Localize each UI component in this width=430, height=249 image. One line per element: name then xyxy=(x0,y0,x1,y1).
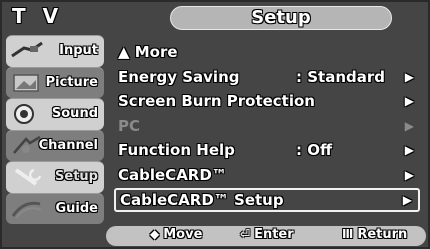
menu-item-function-help[interactable]: Function Help : Off ▶ xyxy=(114,138,420,163)
chevron-right-icon: ▶ xyxy=(404,143,414,158)
menu-item-value: : Off xyxy=(296,141,333,160)
menu-item-label: CableCARD™ xyxy=(118,165,227,184)
sidebar-item-sound[interactable]: Sound xyxy=(6,98,104,130)
picture-icon xyxy=(10,71,44,95)
chevron-right-icon: ▶ xyxy=(404,69,414,84)
sidebar-item-label: Channel xyxy=(38,137,98,153)
sidebar-item-input[interactable]: Input xyxy=(6,35,104,67)
speaker-icon xyxy=(10,102,44,126)
menu-item-cablecard-setup[interactable]: CableCARD™ Setup ▶ xyxy=(114,187,420,213)
hint-enter: ⏎ Enter xyxy=(240,227,294,242)
setup-menu-list: ▲ More Energy Saving : Standard ▶ Screen… xyxy=(114,40,420,213)
footer-hint-bar: ◆ Move ⏎ Enter Ⅲ Return xyxy=(106,226,426,246)
sidebar-item-picture[interactable]: Picture xyxy=(6,66,104,98)
sidebar-item-channel[interactable]: Channel xyxy=(6,129,104,161)
sidebar-item-label: Sound xyxy=(51,106,98,121)
sidebar-item-label: Setup xyxy=(55,169,98,184)
hint-enter-label: Enter xyxy=(254,227,294,242)
sidebar: Input Picture Sound Channel Setup Guide xyxy=(6,35,104,224)
menu-item-label: Function Help xyxy=(118,141,235,160)
chevron-right-icon: ▶ xyxy=(404,167,414,182)
guide-icon xyxy=(10,197,44,221)
menu-item-label: CableCARD™ Setup xyxy=(120,190,284,209)
menu-item-label: Screen Burn Protection xyxy=(118,92,315,111)
menu-item-more[interactable]: ▲ More xyxy=(114,40,420,65)
move-icon: ◆ xyxy=(150,227,160,241)
menu-item-cablecard[interactable]: CableCARD™ ▶ xyxy=(114,163,420,188)
menu-item-pc: PC ▶ xyxy=(114,114,420,139)
hint-return-label: Return xyxy=(357,227,408,242)
hint-move: ◆ Move xyxy=(150,227,202,242)
menu-item-energy-saving[interactable]: Energy Saving : Standard ▶ xyxy=(114,65,420,90)
source-label: T V xyxy=(12,4,64,28)
chevron-right-icon: ▶ xyxy=(404,94,414,109)
menu-item-label: PC xyxy=(118,116,141,135)
sidebar-item-label: Guide xyxy=(55,200,98,216)
tv-osd-screen: T V Setup Input Picture Sound Channel Se… xyxy=(0,0,430,249)
chevron-right-icon: ▶ xyxy=(402,192,412,207)
sidebar-item-label: Picture xyxy=(45,74,98,90)
input-cable-icon xyxy=(10,39,44,63)
setup-icon xyxy=(10,165,44,189)
menu-item-screen-burn-protection[interactable]: Screen Burn Protection ▶ xyxy=(114,89,420,114)
sidebar-item-setup[interactable]: Setup xyxy=(6,161,104,193)
enter-icon: ⏎ xyxy=(240,227,251,241)
sidebar-item-label: Input xyxy=(59,43,98,58)
hint-return: Ⅲ Return xyxy=(342,227,407,242)
hint-move-label: Move xyxy=(163,227,203,242)
menu-title: Setup xyxy=(170,6,392,30)
menu-item-label: Energy Saving xyxy=(118,67,240,86)
menu-item-label: ▲ More xyxy=(118,43,178,61)
menu-item-value: : Standard xyxy=(296,67,385,86)
sidebar-item-guide[interactable]: Guide xyxy=(6,192,104,224)
chevron-right-icon: ▶ xyxy=(404,118,414,133)
return-icon: Ⅲ xyxy=(342,227,354,241)
